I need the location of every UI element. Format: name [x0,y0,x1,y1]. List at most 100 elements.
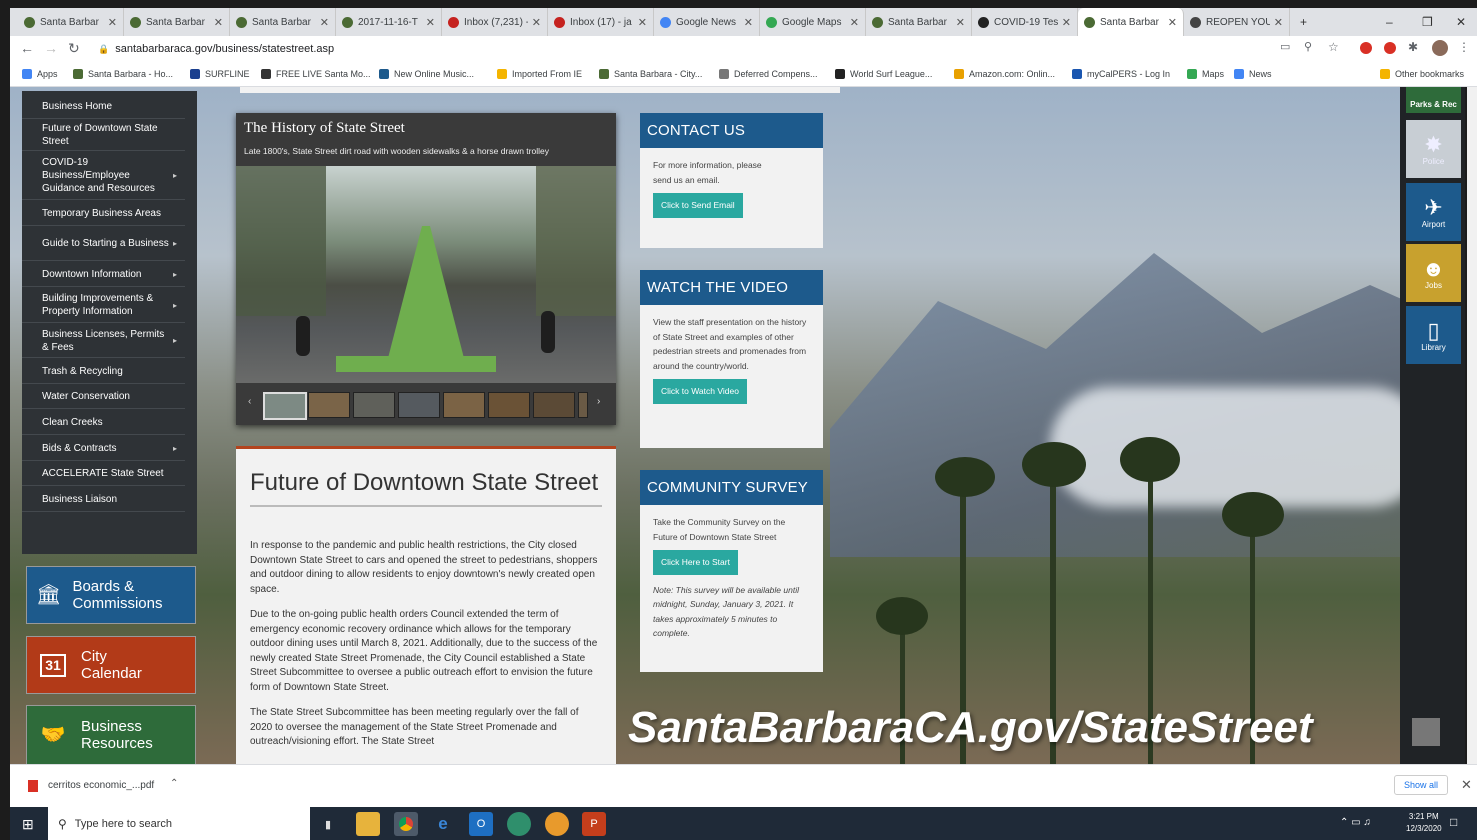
browser-tab[interactable]: Santa Barbar ✕ [866,8,972,36]
close-window-icon[interactable]: ✕ [1456,8,1466,36]
bookmark-item[interactable]: New Online Music... [379,66,474,82]
app-icon[interactable] [545,812,569,836]
sidebar-item[interactable]: Water Conservation [22,385,185,410]
bookmark-item[interactable]: Amazon.com: Onlin... [954,66,1055,82]
bookmark-item[interactable]: Maps [1187,66,1224,82]
watch-video-button[interactable]: Click to Watch Video [653,379,747,404]
tray-icons[interactable]: ⌃ ▭ ♫ [1340,817,1371,828]
next-icon[interactable]: › [597,396,600,407]
police-link[interactable]: ✸ Police [1406,120,1461,178]
sidebar-item[interactable]: Business Home [22,95,185,119]
browser-tab[interactable]: Santa Barbar ✕ [124,8,230,36]
browser-tab[interactable]: COVID-19 Tes ✕ [972,8,1078,36]
close-tab-icon[interactable]: ✕ [426,16,435,29]
extensions-icon[interactable]: ✱ [1408,40,1418,54]
start-survey-button[interactable]: Click Here to Start [653,550,738,575]
jobs-link[interactable]: ☻ Jobs [1406,244,1461,302]
star-icon[interactable]: ☆ [1328,40,1339,54]
sidebar-item[interactable]: Bids & Contracts ▸ [22,437,185,461]
send-email-button[interactable]: Click to Send Email [653,193,743,218]
thumbnail[interactable] [263,392,307,420]
chevron-up-icon[interactable]: ⌃ [170,778,178,789]
bookmark-item[interactable]: World Surf League... [835,66,932,82]
thumbnail[interactable] [398,392,440,418]
close-tab-icon[interactable]: ✕ [1168,16,1177,29]
thumbnail[interactable] [533,392,575,418]
sidebar-item[interactable]: Building Improvements & Property Informa… [22,289,185,323]
sidebar-item[interactable]: Business Liaison [22,488,185,512]
file-explorer-icon[interactable] [356,812,380,836]
bookmark-item[interactable]: Santa Barbara - City... [599,66,702,82]
library-link[interactable]: ▯ Library [1406,306,1461,364]
sidebar-item[interactable]: Guide to Starting a Business ▸ [22,227,185,262]
bookmark-item[interactable]: Apps [22,66,58,82]
thumbnail[interactable] [443,392,485,418]
download-file[interactable]: cerritos economic_...pdf [48,780,154,791]
thumbnail[interactable] [353,392,395,418]
browser-tab[interactable]: Google News ✕ [654,8,760,36]
bookmark-item[interactable]: FREE LIVE Santa Mo... [261,66,371,82]
url-field[interactable]: 🔒 santabarbaraca.gov/business/statestree… [98,39,1278,59]
sidebar-item[interactable]: Future of Downtown State Street [22,121,185,151]
windows-icon[interactable]: ⊞ [22,816,34,833]
browser-tab[interactable]: Santa Barbar ✕ [18,8,124,36]
opera-icon[interactable] [1384,42,1396,54]
sidebar-item[interactable]: COVID-19 Business/Employee Guidance and … [22,152,185,201]
close-tab-icon[interactable]: ✕ [1274,16,1283,29]
bookmark-item[interactable]: Santa Barbara - Ho... [73,66,173,82]
outlook-icon[interactable]: O [469,812,493,836]
scroll-top-button[interactable] [1412,718,1440,746]
bookmark-item[interactable]: Deferred Compens... [719,66,818,82]
parks-rec-link[interactable]: Parks & Rec [1406,87,1461,113]
search-box[interactable]: ⚲ Type here to search [48,807,310,840]
airport-link[interactable]: ✈ Airport [1406,183,1461,241]
browser-tab[interactable]: Inbox (17) - ja ✕ [548,8,654,36]
zoom-icon[interactable]: ⚲ [1304,40,1312,53]
close-tab-icon[interactable]: ✕ [532,16,541,29]
close-tab-icon[interactable]: ✕ [744,16,753,29]
bookmark-item[interactable]: myCalPERS - Log In [1072,66,1170,82]
close-tab-icon[interactable]: ✕ [320,16,329,29]
show-all-button[interactable]: Show all [1394,775,1449,795]
sidebar-item[interactable]: Downtown Information ▸ [22,263,185,287]
back-icon[interactable]: ← [20,40,34,56]
cast-icon[interactable]: ▭ [1280,40,1290,53]
sidebar-item[interactable]: Trash & Recycling [22,360,185,384]
sidebar-item[interactable]: Temporary Business Areas [22,202,185,226]
close-tab-icon[interactable]: ✕ [108,16,117,29]
notifications-icon[interactable]: □ [1450,815,1457,829]
reload-icon[interactable]: ↻ [68,40,80,57]
browser-tab[interactable]: 2017-11-16-T ✕ [336,8,442,36]
globe-icon[interactable] [507,812,531,836]
boards-commissions-link[interactable]: 🏛 Boards & Commissions [26,566,196,624]
browser-tab[interactable]: Inbox (7,231) - ✕ [442,8,548,36]
close-tab-icon[interactable]: ✕ [214,16,223,29]
chrome-icon[interactable] [394,812,418,836]
sidebar-item[interactable]: ACCELERATE State Street [22,462,185,487]
edge-icon[interactable]: e [431,812,455,836]
prev-icon[interactable]: ‹ [248,396,251,407]
business-resources-link[interactable]: 🤝 Business Resources [26,705,196,765]
browser-tab[interactable]: Google Maps ✕ [760,8,866,36]
other-bookmarks[interactable]: Other bookmarks [1380,66,1464,82]
thumbnail[interactable] [578,392,588,418]
bookmark-item[interactable]: Imported From IE [497,66,582,82]
gallery-photo[interactable] [236,166,616,383]
close-icon[interactable]: ✕ [1461,777,1472,793]
browser-tab[interactable]: Santa Barbar ✕ [230,8,336,36]
adblock-icon[interactable] [1360,42,1372,54]
scrollbar[interactable] [1467,87,1477,764]
browser-tab[interactable]: Santa Barbar ✕ [1078,8,1184,36]
forward-icon[interactable]: → [44,40,58,56]
minimize-icon[interactable]: – [1386,8,1393,36]
bookmark-item[interactable]: News [1234,66,1272,82]
close-tab-icon[interactable]: ✕ [850,16,859,29]
powerpoint-icon[interactable]: P [582,812,606,836]
menu-icon[interactable]: ⋮ [1458,40,1470,54]
restore-icon[interactable]: ❒ [1422,8,1433,36]
new-tab-icon[interactable]: + [1300,8,1307,36]
thumbnail[interactable] [308,392,350,418]
city-calendar-link[interactable]: 31 City Calendar [26,636,196,694]
browser-tab[interactable]: REOPEN YOU ✕ [1184,8,1290,36]
sidebar-item[interactable]: Business Licenses, Permits & Fees ▸ [22,324,185,359]
